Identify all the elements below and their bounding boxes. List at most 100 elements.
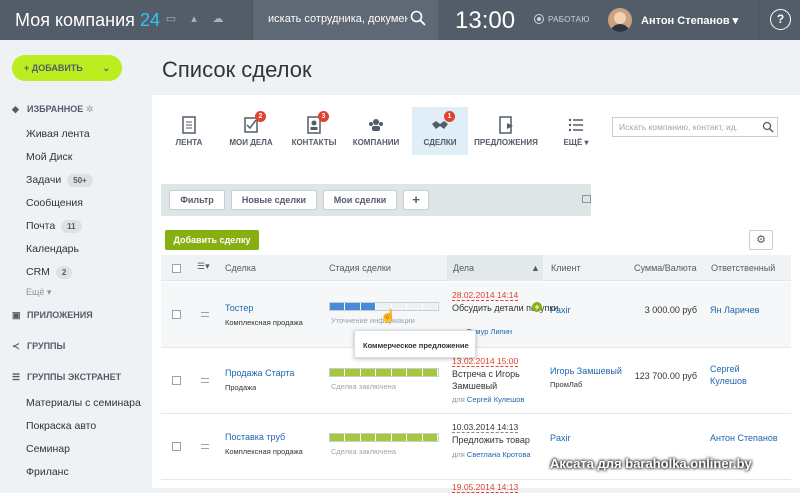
search-input[interactable]: искать сотрудника, документ, пр <box>268 13 408 25</box>
document-icon <box>182 116 196 134</box>
task-date[interactable]: 28.02.2014 14:14 <box>452 290 519 301</box>
task-title-cont[interactable]: Замшевый <box>452 381 497 391</box>
tab-my-tasks[interactable]: 2 МОИ ДЕЛА <box>223 107 279 155</box>
table-row[interactable]: Тостер Комплексная продажа Уточнение инф… <box>161 282 791 348</box>
minimize-icon[interactable] <box>582 195 591 203</box>
tab-contacts[interactable]: 3 КОНТАКТЫ <box>286 107 342 155</box>
stage-segment <box>345 434 360 441</box>
add-deal-button[interactable]: Добавить сделку <box>165 230 259 250</box>
tab-companies[interactable]: КОМПАНИИ <box>348 107 404 155</box>
groups-section[interactable]: ≺ ГРУППЫ <box>12 341 65 352</box>
row-checkbox[interactable] <box>172 310 181 319</box>
sidebar-item-mail[interactable]: Почта 11 <box>26 220 82 233</box>
avatar <box>608 8 632 32</box>
stage-bar[interactable] <box>329 368 439 377</box>
sidebar-item-car-painting[interactable]: Покраска авто <box>26 420 96 432</box>
stage-segment <box>330 303 345 310</box>
tab-feed[interactable]: ЛЕНТА <box>161 107 217 155</box>
plus-icon: + <box>24 63 30 73</box>
sidebar-item-freelance[interactable]: Фриланс <box>26 466 69 478</box>
stage-segment <box>376 369 391 376</box>
sidebar-item-seminar[interactable]: Семинар <box>26 443 70 455</box>
col-client[interactable]: Клиент <box>551 263 581 273</box>
stage-segment <box>360 303 376 310</box>
col-responsible[interactable]: Ответственный <box>711 263 775 273</box>
search-icon[interactable] <box>762 121 774 133</box>
add-filter-button[interactable]: + <box>403 190 429 210</box>
select-all-checkbox[interactable] <box>172 264 181 273</box>
bell-icon[interactable]: ▴ <box>188 13 200 25</box>
column-settings-icon[interactable]: ☰▾ <box>197 261 210 272</box>
client-name[interactable]: Paxir <box>550 433 571 443</box>
sidebar-item-messages[interactable]: Сообщения <box>26 197 83 209</box>
cloud-icon[interactable]: ☁ <box>212 13 224 25</box>
tab-deals[interactable]: 1 СДЕЛКИ <box>412 107 468 155</box>
stage-label: Сделка заключена <box>331 447 396 456</box>
responsible[interactable]: Ян Ларичев <box>710 305 759 315</box>
task-title[interactable]: Предложить товар <box>452 435 530 445</box>
apps-section[interactable]: ▣ ПРИЛОЖЕНИЯ <box>12 310 93 321</box>
task-title[interactable]: Обсудить детали покупки <box>452 303 558 313</box>
bookmark-icon: ◆ <box>12 104 19 114</box>
sidebar-item-calendar[interactable]: Календарь <box>26 243 79 255</box>
stage-segment <box>330 369 345 376</box>
stage-segment <box>422 303 437 310</box>
deal-name[interactable]: Поставка труб <box>225 432 285 442</box>
help-button[interactable]: ? <box>758 0 800 40</box>
table-row[interactable]: Продажа Старта Продажа Сделка заключена … <box>161 348 791 414</box>
sidebar-item-live-feed[interactable]: Живая лента <box>26 128 90 140</box>
sidebar-item-tasks[interactable]: Задачи 50+ <box>26 174 93 187</box>
responsible[interactable]: Антон Степанов <box>710 433 778 443</box>
tab-proposals[interactable]: ПРЕДЛОЖЕНИЯ <box>474 107 538 155</box>
people-icon <box>369 119 383 131</box>
filter-button[interactable]: Фильтр <box>169 190 225 210</box>
col-deal[interactable]: Сделка <box>225 263 256 273</box>
chat-icon[interactable]: ▭ <box>165 13 177 25</box>
task-assignee[interactable]: Сергей Кулешов <box>467 395 524 404</box>
stage-segment <box>407 434 422 441</box>
responsible[interactable]: Сергей <box>710 364 740 374</box>
row-menu-icon[interactable] <box>201 444 209 449</box>
responsible-cont[interactable]: Кулешов <box>710 376 747 386</box>
global-search[interactable]: искать сотрудника, документ, пр <box>252 0 438 40</box>
task-assignee[interactable]: Светлана Кротова <box>467 450 531 459</box>
gear-icon[interactable]: ✲ <box>86 104 94 114</box>
row-checkbox[interactable] <box>172 442 181 451</box>
task-for: для <box>452 395 465 404</box>
crm-search-input[interactable]: Искать компанию, контакт, ид. <box>612 117 778 137</box>
new-deals-button[interactable]: Новые сделки <box>231 190 317 210</box>
search-icon[interactable] <box>410 10 426 26</box>
client-name[interactable]: Игорь Замшевый <box>550 366 622 376</box>
task-date[interactable]: 10.03.2014 14:13 <box>452 422 519 433</box>
favorites-section[interactable]: ◆ ИЗБРАННОЕ ✲ <box>12 104 93 115</box>
add-task-icon[interactable]: + <box>532 302 542 312</box>
col-sum[interactable]: Сумма/Валюта <box>634 263 697 273</box>
sidebar-item-my-drive[interactable]: Мой Диск <box>26 151 72 163</box>
company-logo[interactable]: Моя компания 24 <box>15 10 160 31</box>
deals-table: ☰▾ Сделка Стадия сделки Дела ▲ Клиент Су… <box>161 255 791 493</box>
stage-segment <box>391 369 407 376</box>
add-button[interactable]: + ДОБАВИТЬ ⌄ <box>12 55 122 81</box>
work-status[interactable]: РАБОТАЮ <box>534 14 590 24</box>
extranet-section[interactable]: ☰ ГРУППЫ ЭКСТРАНЕТ <box>12 372 121 383</box>
task-title[interactable]: Встреча с Игорь <box>452 369 520 379</box>
sidebar-item-crm[interactable]: CRM 2 <box>26 266 73 279</box>
my-deals-button[interactable]: Мои сделки <box>323 190 397 210</box>
deal-name[interactable]: Продажа Старта <box>225 368 294 378</box>
col-tasks[interactable]: Дела <box>453 263 474 273</box>
row-checkbox[interactable] <box>172 376 181 385</box>
row-menu-icon[interactable] <box>201 378 209 383</box>
row-menu-icon[interactable] <box>201 312 209 317</box>
cube-icon: ▣ <box>12 310 21 320</box>
sidebar-item-seminar-materials[interactable]: Материалы с семинара <box>26 397 141 409</box>
tab-more[interactable]: ЕЩЁ ▾ <box>548 107 604 155</box>
client-name[interactable]: Paxir <box>550 305 571 315</box>
deal-name[interactable]: Тостер <box>225 303 253 313</box>
watermark: Аксата для baraholka.onliner.by <box>550 456 752 471</box>
stage-segment <box>407 303 422 310</box>
gear-icon[interactable]: ⚙ <box>749 230 773 250</box>
stage-bar[interactable] <box>329 433 439 442</box>
col-stage[interactable]: Стадия сделки <box>329 263 391 273</box>
sidebar-more-link[interactable]: Ещё ▾ <box>26 287 51 298</box>
clock[interactable]: 13:00 <box>455 7 515 35</box>
